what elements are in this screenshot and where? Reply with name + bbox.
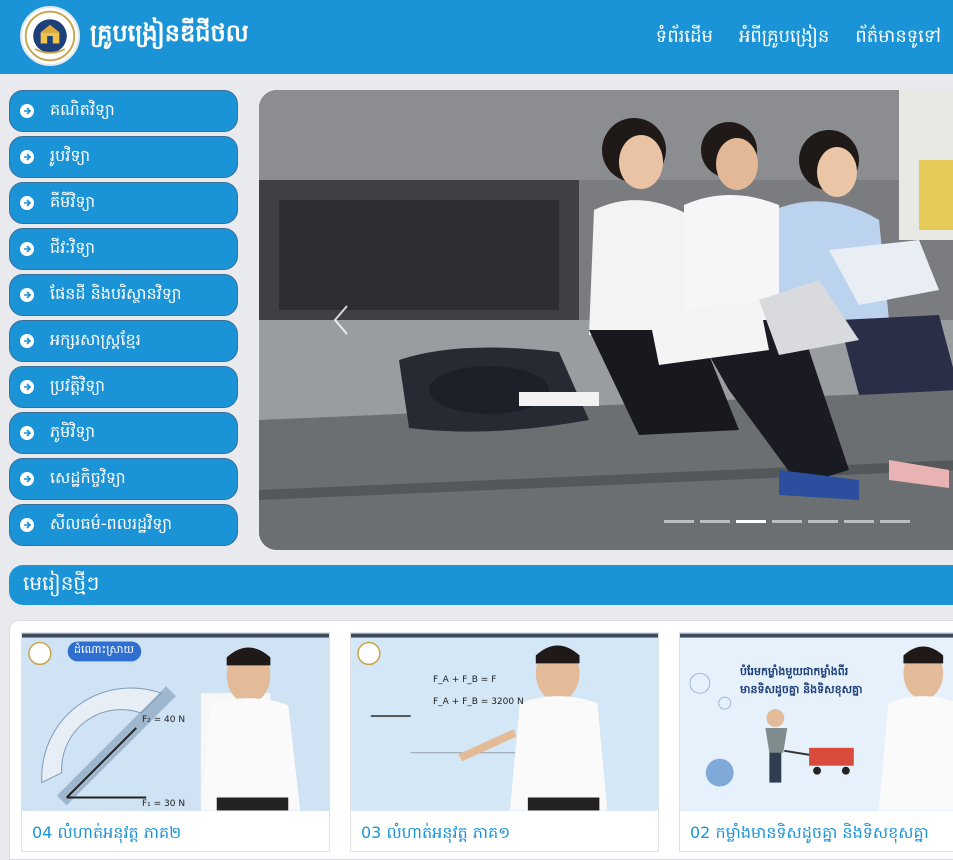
logo-emblem-icon bbox=[24, 10, 76, 62]
lesson-thumbnail: ដំណោះស្រាយ F₂ = 40 N F₁ = 30 N bbox=[22, 633, 329, 811]
solution-badge: ដំណោះស្រាយ bbox=[74, 643, 134, 656]
arrow-circle-right-icon bbox=[20, 518, 34, 532]
force-label-f2: F₂ = 40 N bbox=[142, 715, 186, 725]
sidebar-item-label: ភូមិវិទ្យា bbox=[50, 422, 96, 441]
nav-home[interactable]: ទំព័រដើម bbox=[656, 24, 713, 51]
sidebar-item-label: ប្រវត្តិវិទ្យា bbox=[50, 376, 105, 395]
sidebar-item-label: គណិតវិទ្យា bbox=[50, 100, 115, 119]
lesson-thumbnail: បំរែមកម្លាំងមួយជាកម្លាំងពីរ មានទិសដូចគ្ន… bbox=[680, 633, 953, 811]
subject-sidebar: គណិតវិទ្យារូបវិទ្យាគីមីវិទ្យាជីវៈវិទ្យាផ… bbox=[9, 90, 238, 550]
force-direction-lesson-thumbnail bbox=[680, 633, 953, 811]
main-nav: ទំព័រដើម អំពីគ្រូបង្រៀន ព័ត៌មានទូទៅ bbox=[656, 24, 941, 51]
nav-about-teachers[interactable]: អំពីគ្រូបង្រៀន bbox=[739, 24, 829, 51]
nav-general-info[interactable]: ព័ត៌មានទូទៅ bbox=[855, 24, 941, 51]
sidebar-subject-item[interactable]: សេដ្ឋកិច្ចវិទ្យា bbox=[9, 458, 238, 500]
carousel-indicators bbox=[664, 520, 910, 523]
section-title: មេរៀនថ្មីៗ bbox=[23, 571, 100, 595]
sidebar-item-label: សេដ្ឋកិច្ចវិទ្យា bbox=[50, 468, 126, 487]
sidebar-subject-item[interactable]: អក្សរសាស្រ្តខ្មែរ bbox=[9, 320, 238, 362]
sidebar-item-label: គីមីវិទ្យា bbox=[50, 192, 96, 211]
carousel-indicator[interactable] bbox=[700, 520, 730, 523]
site-logo[interactable] bbox=[20, 6, 80, 66]
lesson-title[interactable]: 02 កម្លាំងមានទិសដូចគ្នា និងទិសខុសគ្នា bbox=[690, 822, 929, 846]
equation-line-2: F_A + F_B = 3200 N bbox=[433, 697, 524, 707]
equation-line-1: F_A + F_B = F bbox=[433, 675, 497, 685]
thumbnail-heading-2: មានទិសដូចគ្នា និងទិសខុសគ្នា bbox=[740, 683, 863, 696]
carousel-indicator[interactable] bbox=[808, 520, 838, 523]
hero-photo-students bbox=[259, 90, 953, 550]
carousel-prev-icon[interactable] bbox=[329, 302, 353, 338]
sidebar-item-label: ជីវៈវិទ្យា bbox=[50, 238, 95, 257]
lesson-card[interactable]: បំរែមកម្លាំងមួយជាកម្លាំងពីរ មានទិសដូចគ្ន… bbox=[679, 632, 953, 852]
sidebar-subject-item[interactable]: ភូមិវិទ្យា bbox=[9, 412, 238, 454]
arrow-circle-right-icon bbox=[20, 472, 34, 486]
sidebar-subject-item[interactable]: គីមីវិទ្យា bbox=[9, 182, 238, 224]
carousel-indicator[interactable] bbox=[664, 520, 694, 523]
hero-carousel bbox=[259, 90, 953, 550]
carousel-indicator[interactable] bbox=[736, 520, 766, 523]
sidebar-subject-item[interactable]: ផែនដី និងបរិស្ថានវិទ្យា bbox=[9, 274, 238, 316]
force-label-f1: F₁ = 30 N bbox=[142, 799, 186, 809]
arrow-circle-right-icon bbox=[20, 380, 34, 394]
arrow-circle-right-icon bbox=[20, 426, 34, 440]
thumbnail-heading-1: បំរែមកម្លាំងមួយជាកម្លាំងពីរ bbox=[740, 665, 849, 678]
lesson-thumbnail: F_A + F_B = F F_A + F_B = 3200 N bbox=[351, 633, 658, 811]
sidebar-item-label: សីលធម៌-ពលរដ្ឋវិទ្យា bbox=[50, 514, 173, 533]
lesson-cards-panel: ដំណោះស្រាយ F₂ = 40 N F₁ = 30 N 04 លំហាត់… bbox=[9, 620, 953, 860]
lesson-title[interactable]: 03 លំហាត់អនុវត្ត ភាគ១ bbox=[361, 822, 510, 846]
arrow-circle-right-icon bbox=[20, 242, 34, 256]
top-header: គ្រូបង្រៀនឌីជីថល ទំព័រដើម អំពីគ្រូបង្រៀន… bbox=[0, 0, 953, 74]
carousel-indicator[interactable] bbox=[880, 520, 910, 523]
arrow-circle-right-icon bbox=[20, 196, 34, 210]
lesson-card[interactable]: F_A + F_B = F F_A + F_B = 3200 N 03 លំហា… bbox=[350, 632, 659, 852]
sidebar-subject-item[interactable]: រូបវិទ្យា bbox=[9, 136, 238, 178]
lesson-card[interactable]: ដំណោះស្រាយ F₂ = 40 N F₁ = 30 N 04 លំហាត់… bbox=[21, 632, 330, 852]
arrow-circle-right-icon bbox=[20, 150, 34, 164]
sidebar-subject-item[interactable]: ប្រវត្តិវិទ្យា bbox=[9, 366, 238, 408]
sidebar-subject-item[interactable]: សីលធម៌-ពលរដ្ឋវិទ្យា bbox=[9, 504, 238, 546]
sidebar-item-label: អក្សរសាស្រ្តខ្មែរ bbox=[50, 330, 141, 349]
carousel-indicator[interactable] bbox=[772, 520, 802, 523]
site-brand-title[interactable]: គ្រូបង្រៀនឌីជីថល bbox=[90, 18, 249, 53]
sidebar-item-label: រូបវិទ្យា bbox=[50, 146, 91, 165]
arrow-circle-right-icon bbox=[20, 334, 34, 348]
arrow-circle-right-icon bbox=[20, 104, 34, 118]
arrow-circle-right-icon bbox=[20, 288, 34, 302]
lesson-title[interactable]: 04 លំហាត់អនុវត្ត ភាគ២ bbox=[32, 822, 181, 846]
carousel-indicator[interactable] bbox=[844, 520, 874, 523]
sidebar-subject-item[interactable]: គណិតវិទ្យា bbox=[9, 90, 238, 132]
latest-lessons-header: មេរៀនថ្មីៗ bbox=[9, 565, 953, 605]
sidebar-subject-item[interactable]: ជីវៈវិទ្យា bbox=[9, 228, 238, 270]
sidebar-item-label: ផែនដី និងបរិស្ថានវិទ្យា bbox=[50, 284, 182, 303]
equation-lesson-thumbnail bbox=[351, 633, 658, 811]
